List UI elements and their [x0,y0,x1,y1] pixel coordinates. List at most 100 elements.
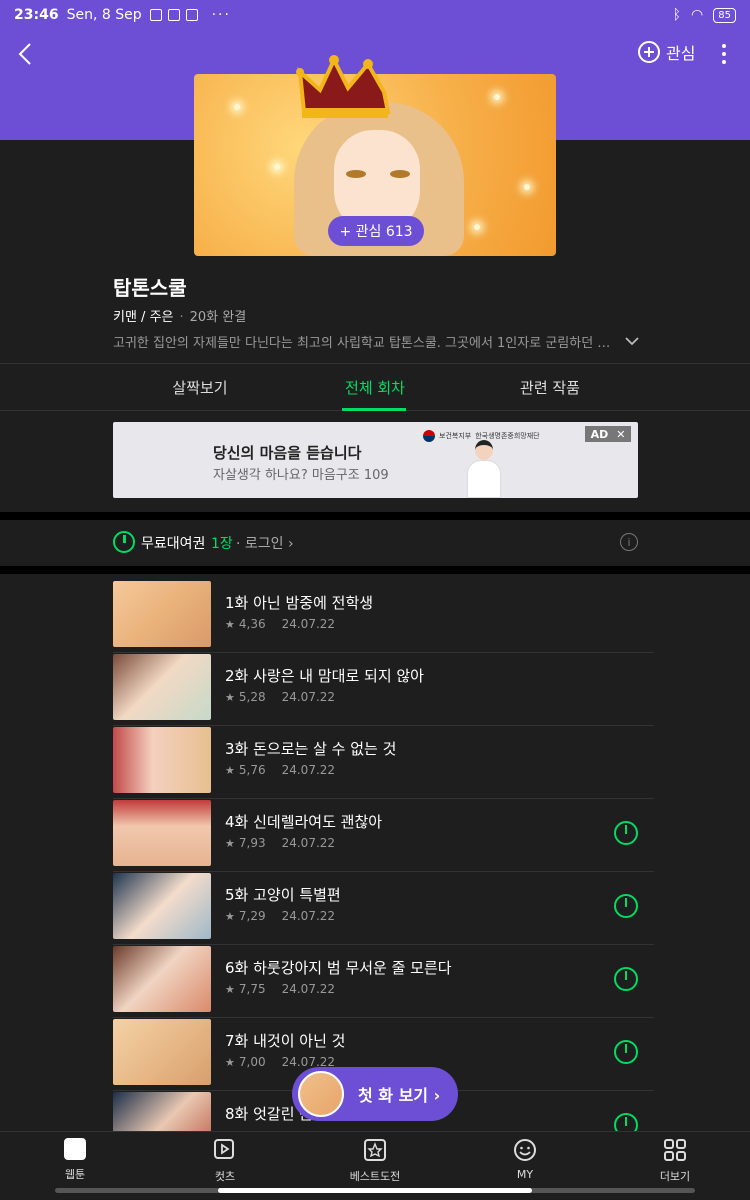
tab-preview[interactable]: 살짝보기 [130,364,270,411]
more-icon [722,44,726,48]
episode-title: 2화 사랑은 내 맘대로 되지 않아 [225,667,424,685]
episode-date: 24.07.22 [281,763,336,777]
nav-more[interactable]: 더보기 [620,1138,730,1184]
work-author[interactable]: 키맨 / 주은 [113,310,174,325]
more-options-button[interactable] [716,42,732,66]
episode-thumbnail [113,727,211,793]
smile-icon [514,1139,536,1161]
episode-date: 24.07.22 [281,617,336,631]
episode-title: 5화 고양이 특별편 [225,886,341,904]
star-icon: ★ [225,836,235,850]
star-icon: ★ [225,909,235,923]
status-date: Sen, 8 Sep [66,7,142,23]
free-wait-timer-icon [614,821,638,845]
episode-date: 24.07.22 [281,982,336,996]
back-arrow-icon [18,43,31,65]
episode-item-5[interactable]: 5화 고양이 특별편 ★ 7,29 24.07.22 [113,872,654,945]
ad-close-badge[interactable]: AD ✕ [585,426,631,442]
favorite-button[interactable]: 관심 [638,40,695,64]
star-icon: ★ [225,1055,235,1069]
cover-favorite-count-badge[interactable]: + 관심 613 [328,216,424,246]
episode-rating: 7,75 [238,982,266,996]
play-icon [214,1139,234,1159]
nav-my[interactable]: MY [470,1138,580,1181]
login-link[interactable]: · 로그인 › [236,533,294,553]
episode-rating: 7,29 [238,909,266,923]
episode-item-2[interactable]: 2화 사랑은 내 맘대로 되지 않아 ★ 5,28 24.07.22 [113,653,654,726]
system-home-indicator[interactable] [218,1188,532,1193]
government-logo-icon [423,430,435,442]
wifi-icon: ◠ [691,7,704,23]
free-ticket-row: 무료대여권 1장 · 로그인 › i [0,520,750,566]
episode-rating: 4,36 [238,617,266,631]
instagram-icon [185,9,198,21]
tab-bar: 살짝보기 전체 회차 관련 작품 [0,363,750,411]
status-time: 23:46 [14,7,59,23]
bluetooth-icon: ᛒ [672,7,682,23]
first-episode-thumbnail [298,1071,344,1117]
episode-date: 24.07.22 [281,690,336,704]
app-root: 23:46 Sen, 8 Sep ··· ᛒ ◠ 85 관심 + 관심 613 … [0,0,750,1200]
episode-item-3[interactable]: 3화 돈으로는 살 수 없는 것 ★ 5,76 24.07.22 [113,726,654,799]
work-description: 고귀한 집안의 자제들만 다닌다는 최고의 사립학교 탑톤스쿨. 그곳에서 1인… [113,336,618,351]
more-notifications-icon: ··· [211,7,231,23]
episode-title: 6화 하룻강아지 범 무서운 줄 모른다 [225,959,452,977]
episode-thumbnail [113,654,211,720]
nav-label: 더보기 [659,1170,691,1183]
free-wait-timer-icon [614,894,638,918]
episode-rating: 5,76 [238,763,266,777]
episode-item-1[interactable]: 1화 아닌 밤중에 전학생 ★ 4,36 24.07.22 [113,580,654,653]
episode-title: 4화 신데렐라여도 괜찮아 [225,813,383,831]
star-icon: ★ [225,763,235,777]
nav-label: 웹툰 [64,1168,86,1181]
calendar-icon [64,1138,86,1160]
episode-item-4[interactable]: 4화 신데렐라여도 괜찮아 ★ 7,93 24.07.22 [113,799,654,872]
nav-label: 컷츠 [214,1170,236,1183]
ad-subtitle: 자살생각 하나요? 마음구조 109 [213,468,389,483]
nav-label: 베스트도전 [349,1170,401,1183]
star-icon: ★ [225,982,235,996]
episode-title: 3화 돈으로는 살 수 없는 것 [225,740,397,758]
info-icon[interactable]: i [620,533,638,551]
ticket-label: 무료대여권 [141,536,206,552]
episode-item-6[interactable]: 6화 하룻강아지 범 무서운 줄 모른다 ★ 7,75 24.07.22 [113,945,654,1018]
view-first-episode-button[interactable]: 첫 화 보기 › [292,1067,458,1121]
episode-title: 1화 아닌 밤중에 전학생 [225,594,374,612]
news-icon [167,9,180,21]
star-icon [364,1139,386,1161]
timer-icon [113,531,135,553]
ticket-count: 1장 [211,536,233,552]
ad-banner[interactable]: 당신의 마음을 듣습니다 자살생각 하나요? 마음구조 109 보건복지부 한국… [113,422,638,498]
bag-icon [149,9,162,21]
star-icon: ★ [225,690,235,704]
nav-cuts[interactable]: 컷츠 [170,1138,280,1184]
episode-thumbnail [113,581,211,647]
notification-icons [149,9,198,21]
episode-rating: 7,00 [238,1055,266,1069]
episode-rating: 5,28 [238,690,266,704]
favorite-label: 관심 [666,44,696,63]
work-title: 탑톤스쿨 [113,276,187,300]
episode-title: 7화 내것이 아닌 것 [225,1032,346,1050]
nav-webtoon[interactable]: 웹툰 [20,1138,130,1182]
free-wait-timer-icon [614,1040,638,1064]
episode-thumbnail [113,946,211,1012]
back-button[interactable] [10,38,40,70]
episode-thumbnail [113,873,211,939]
grid-icon [664,1139,686,1161]
view-first-episode-label: 첫 화 보기 › [358,1086,441,1105]
battery-indicator: 85 [713,7,736,23]
crown-icon [296,55,391,118]
nav-label: MY [516,1168,534,1181]
ad-title: 당신의 마음을 듣습니다 [213,444,362,462]
tab-related-works[interactable]: 관련 작품 [480,364,620,411]
tab-all-episodes[interactable]: 전체 회차 [305,364,445,411]
close-icon[interactable]: ✕ [616,428,625,441]
free-wait-timer-icon [614,967,638,991]
chevron-down-icon[interactable] [622,332,642,350]
nav-best-challenge[interactable]: 베스트도전 [320,1138,430,1184]
episode-rating: 7,93 [238,836,266,850]
episode-date: 24.07.22 [281,909,336,923]
work-meta: 키맨 / 주은 · 20화 완결 [113,310,247,325]
active-tab-indicator [342,408,406,411]
